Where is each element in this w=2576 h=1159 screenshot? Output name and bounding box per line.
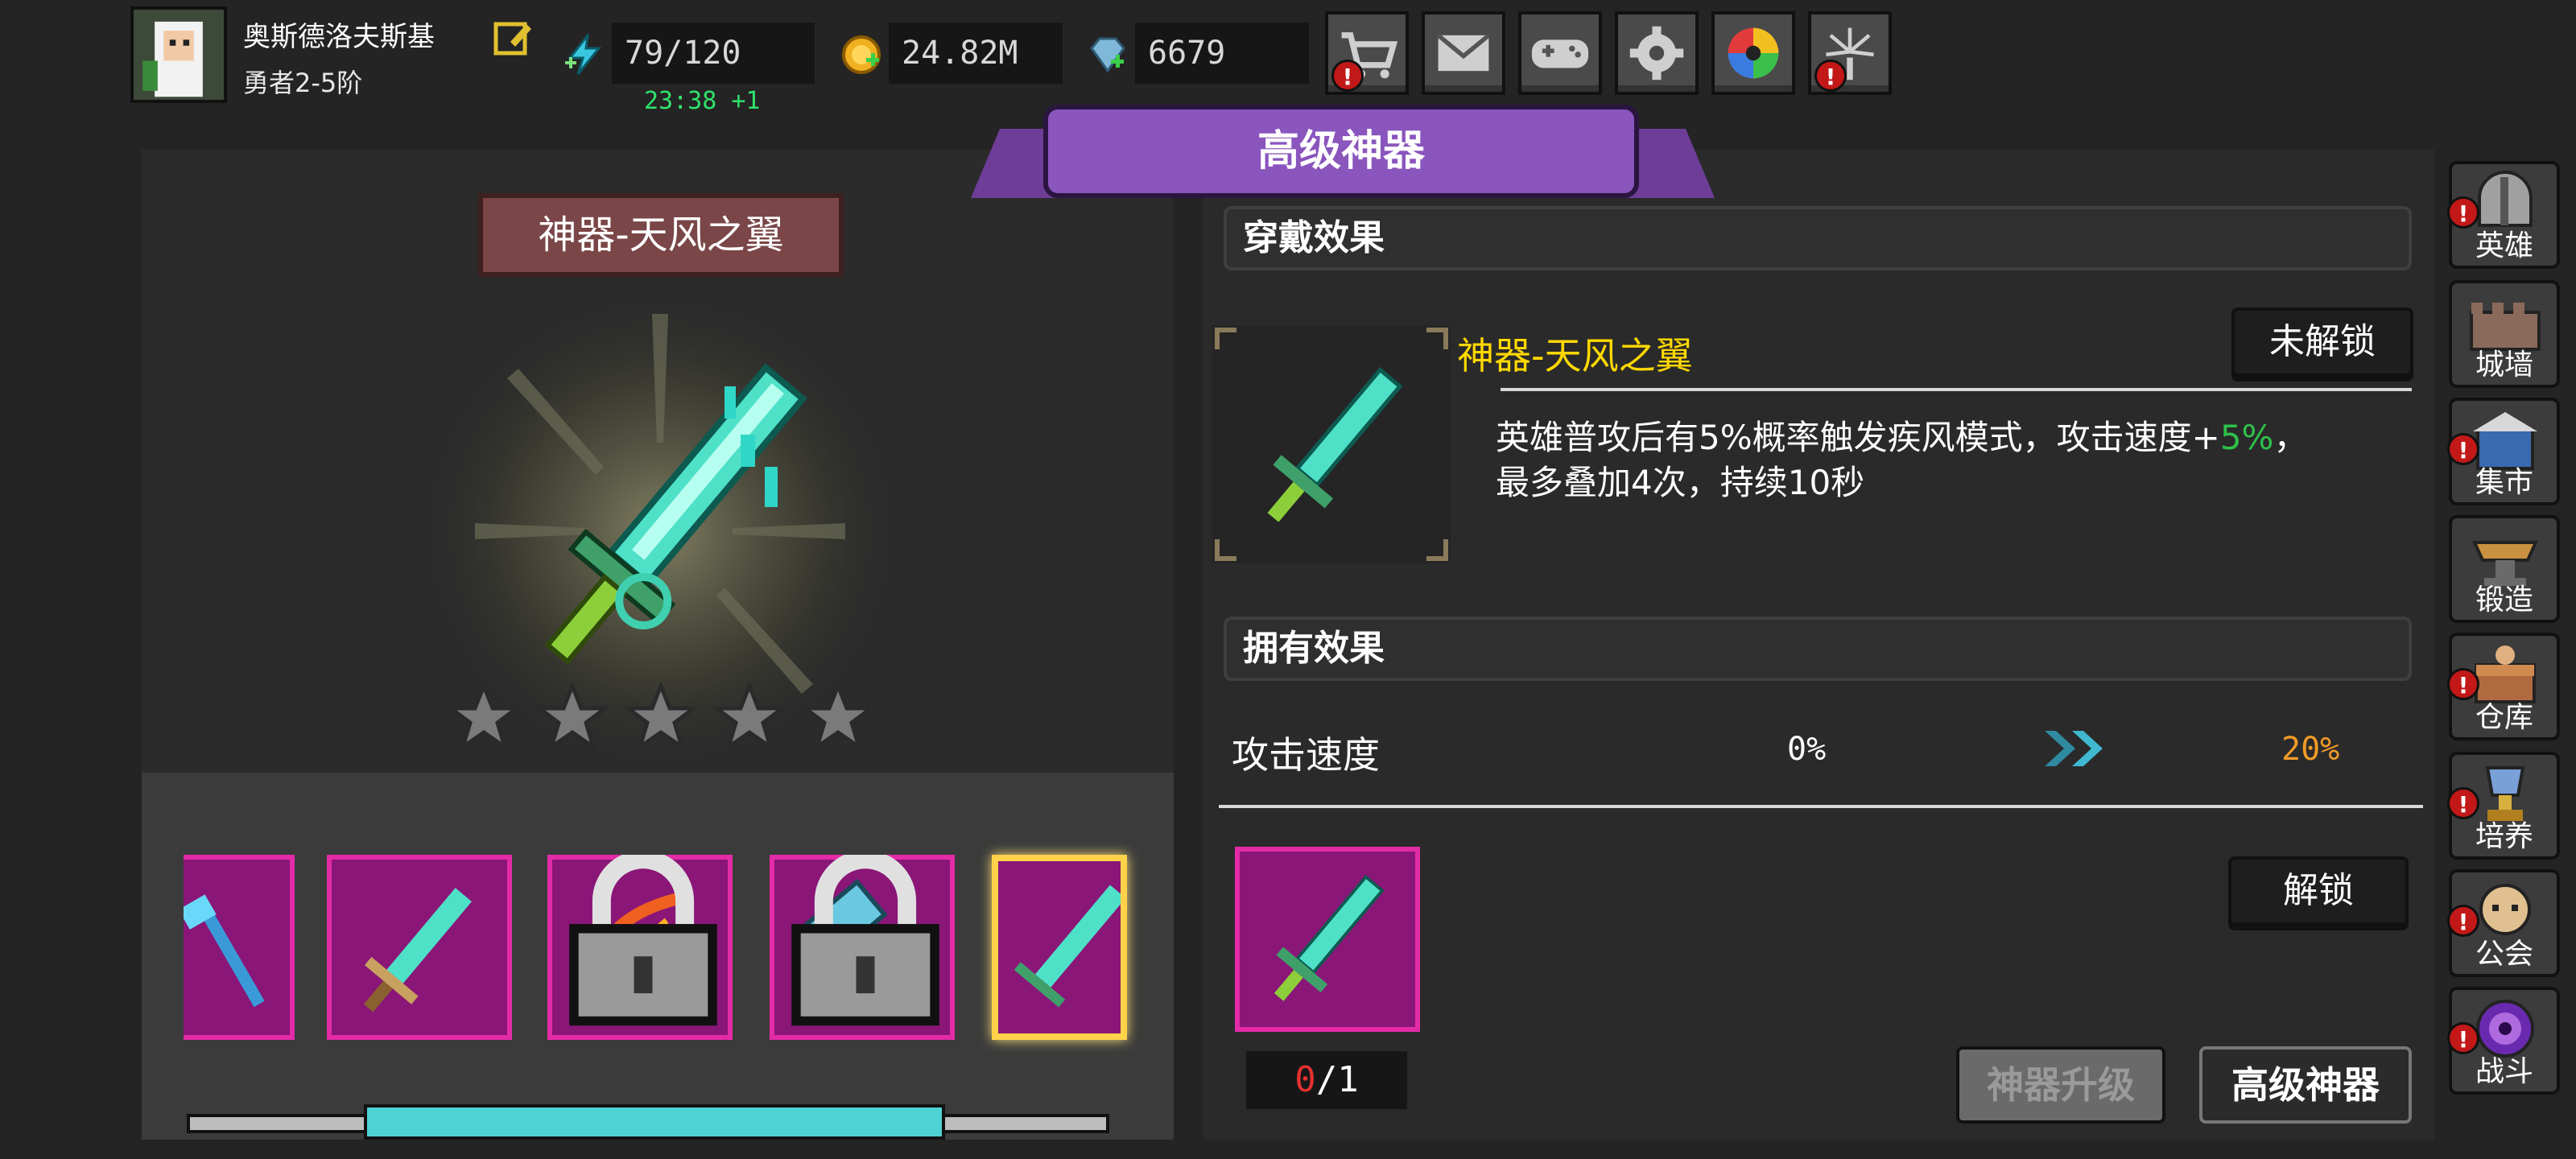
fireworks-alert-badge: ! — [1814, 60, 1847, 92]
item-name-underline — [1501, 388, 2412, 391]
own-effect-header: 拥有效果 — [1224, 617, 2412, 681]
gear-icon — [1629, 26, 1684, 80]
side-menu-label: 锻造 — [2475, 584, 2533, 617]
side-menu-label: 培养 — [2475, 820, 2533, 853]
artifact-star-rating — [444, 680, 882, 753]
alert-badge: ! — [2447, 433, 2479, 465]
color-wheel-icon — [1728, 27, 1779, 79]
owned-count: 0/1 — [1246, 1051, 1407, 1109]
selector-scroll-thumb[interactable] — [364, 1104, 945, 1140]
wear-effect-header: 穿戴效果 — [1224, 206, 2412, 270]
artifact-name-banner: 神器-天风之翼 — [478, 193, 844, 277]
stat-next-value: 20% — [2281, 731, 2340, 768]
wear-item-frame — [1212, 325, 1451, 563]
star-icon — [710, 680, 789, 753]
lock-status-label: 未解锁 — [2231, 307, 2413, 377]
artifact-slot[interactable] — [184, 855, 295, 1040]
player-rank: 勇者2-5阶 — [243, 68, 363, 98]
energy-icon — [564, 31, 605, 76]
page-title: 高级神器 — [1043, 105, 1639, 198]
stat-name: 攻击速度 — [1232, 733, 1380, 777]
star-icon — [444, 680, 523, 753]
side-menu-item[interactable]: 战斗! — [2447, 987, 2560, 1095]
alert-badge: ! — [2447, 668, 2479, 700]
side-menu-label: 战斗 — [2475, 1055, 2533, 1088]
advanced-artifact-button[interactable]: 高级神器 — [2199, 1046, 2412, 1124]
artifact-slot[interactable] — [770, 855, 955, 1040]
wind-sword-icon — [1274, 874, 1385, 1001]
side-menu-item[interactable]: 城墙 — [2449, 280, 2560, 388]
stat-current-value: 0% — [1787, 731, 1827, 768]
desc-highlight-value: 5% — [2219, 418, 2274, 457]
avatar-portrait-icon — [134, 10, 224, 100]
owned-count-total: 1 — [1337, 1059, 1359, 1100]
fireworks-button[interactable]: ! — [1808, 11, 1892, 95]
wear-effect-description: 英雄普攻后有5%概率触发疾风模式，攻击速度+5%， 最多叠加4次，持续10秒 — [1496, 415, 2413, 505]
desc-text: 英雄普攻后有5%概率触发疾风模式，攻击速度+ — [1496, 418, 2220, 457]
gamepad-button[interactable] — [1518, 11, 1602, 95]
owned-artifact-slot[interactable] — [1235, 847, 1420, 1032]
side-menu-item[interactable]: 集市! — [2447, 398, 2560, 505]
star-icon — [799, 680, 877, 753]
mail-icon — [1436, 33, 1491, 72]
unlock-button[interactable]: 解锁 — [2228, 856, 2409, 926]
wind-blade-icon — [363, 888, 472, 1013]
desc-text: 最多叠加4次，持续10秒 — [1496, 463, 1865, 502]
side-menu-label: 集市 — [2475, 466, 2533, 499]
wear-item-name: 神器-天风之翼 — [1457, 334, 1693, 377]
side-menu-item[interactable]: 英雄! — [2447, 161, 2560, 269]
staff-icon — [184, 894, 265, 1008]
artifact-slot[interactable] — [547, 855, 733, 1040]
wind-sword-icon — [1013, 885, 1126, 1008]
energy-value: 79/120 — [612, 23, 815, 84]
alert-badge: ! — [2447, 196, 2479, 229]
shop-alert-badge: ! — [1331, 60, 1364, 92]
side-menu-item[interactable]: 仓库! — [2447, 633, 2560, 740]
section-divider — [1219, 805, 2423, 808]
lucky-wheel-button[interactable] — [1711, 11, 1795, 95]
side-menu-label: 公会 — [2475, 938, 2533, 971]
side-menu-label: 城墙 — [2475, 349, 2533, 382]
edit-name-icon[interactable] — [493, 18, 533, 58]
player-name: 奥斯德洛夫斯基 — [243, 21, 435, 53]
gold-coin-icon — [840, 34, 882, 76]
shop-button[interactable]: ! — [1325, 11, 1409, 95]
owned-count-separator: / — [1315, 1059, 1338, 1100]
alert-badge: ! — [2447, 787, 2479, 819]
owned-count-current: 0 — [1294, 1059, 1316, 1100]
player-avatar[interactable] — [130, 6, 227, 103]
settings-button[interactable] — [1615, 11, 1699, 95]
side-menu-item[interactable]: 培养! — [2447, 752, 2560, 860]
gamepad-icon — [1531, 39, 1589, 68]
star-icon — [621, 680, 700, 753]
side-menu-label: 英雄 — [2475, 229, 2533, 262]
side-menu-item[interactable]: 锻造 — [2449, 515, 2560, 623]
gem-value: 6679 — [1135, 23, 1309, 84]
artifact-upgrade-button[interactable]: 神器升级 — [1956, 1046, 2165, 1124]
gold-value: 24.82M — [889, 23, 1063, 84]
side-menu-item[interactable]: 公会! — [2447, 869, 2560, 977]
artifact-slot[interactable] — [327, 855, 512, 1040]
star-icon — [533, 680, 612, 753]
artifact-slot-selected[interactable] — [992, 855, 1127, 1040]
desc-text: ， — [2273, 418, 2308, 457]
alert-badge: ! — [2447, 1022, 2479, 1054]
gem-icon — [1087, 34, 1129, 76]
wind-sword-icon — [1215, 328, 1448, 561]
lock-icon — [569, 855, 717, 1026]
lock-icon — [791, 855, 939, 1026]
alert-badge: ! — [2447, 905, 2479, 937]
arrow-right-icon — [2040, 724, 2112, 773]
energy-timer: 23:38 +1 — [644, 87, 761, 115]
side-menu-label: 仓库 — [2475, 701, 2533, 734]
mail-button[interactable] — [1422, 11, 1505, 95]
